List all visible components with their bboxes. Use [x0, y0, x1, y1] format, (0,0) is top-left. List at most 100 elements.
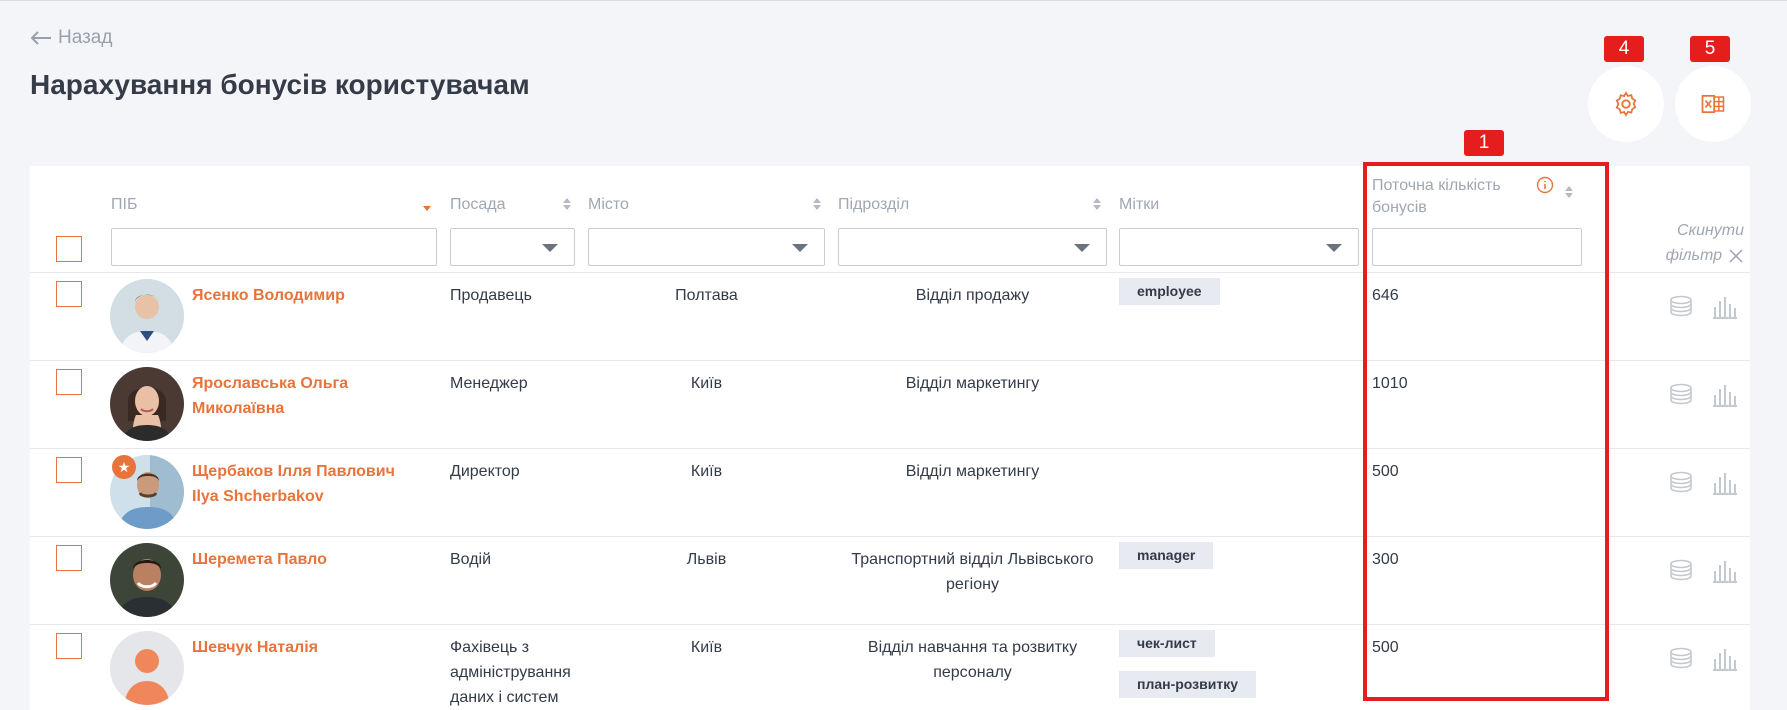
row-checkbox[interactable] — [56, 633, 82, 659]
info-icon[interactable] — [1536, 176, 1554, 194]
coins-icon[interactable] — [1668, 381, 1694, 412]
row-checkbox[interactable] — [56, 545, 82, 571]
table-row: Шевчук Наталія Фахівець з адмініструванн… — [30, 624, 1750, 710]
column-header-tags: Мітки — [1119, 196, 1160, 213]
bar-chart-icon[interactable] — [1712, 557, 1738, 588]
coins-icon[interactable] — [1668, 469, 1694, 500]
bonus-count-cell: 300 — [1372, 551, 1399, 568]
user-name-line1: Ясенко Володимир — [192, 287, 345, 304]
row-checkbox[interactable] — [56, 369, 82, 395]
sort-desc-icon[interactable] — [422, 200, 432, 216]
city-cell: Київ — [690, 639, 723, 656]
tags-cell: чек-лист план-розвитку — [1119, 630, 1256, 710]
user-name-link[interactable]: Ясенко Володимир — [192, 283, 412, 308]
tag-badge: manager — [1119, 542, 1214, 569]
position-cell: Водій — [450, 547, 491, 572]
sort-icon[interactable] — [812, 196, 822, 212]
tags-filter-select[interactable] — [1119, 228, 1359, 266]
users-table: ПІБ Посада Місто Підрозділ Мітки Поточна… — [30, 166, 1750, 710]
row-actions — [1668, 469, 1738, 500]
department-filter-select[interactable] — [838, 228, 1107, 266]
column-header-bonuses[interactable]: Поточна кількість бонусів — [1372, 175, 1501, 219]
position-text: Менеджер — [450, 375, 528, 392]
avatar — [110, 367, 184, 441]
user-name-link[interactable]: Шевчук Наталія — [192, 635, 412, 660]
bonus-count-cell: 646 — [1372, 287, 1399, 304]
bar-chart-icon[interactable] — [1712, 469, 1738, 500]
table-row: Шеремета Павло Водій Львів Транспортний … — [30, 536, 1750, 624]
avatar — [110, 631, 184, 705]
position-text: даних і систем — [450, 689, 559, 706]
sort-icon[interactable] — [1564, 184, 1574, 200]
close-icon — [1729, 248, 1743, 263]
bonus-count-cell: 1010 — [1372, 375, 1408, 392]
name-filter-input[interactable] — [111, 228, 437, 266]
row-actions — [1668, 381, 1738, 412]
table-row: ★ Щербаков Ілля Павлович Ilya Shcherbako… — [30, 448, 1750, 536]
city-filter-select[interactable] — [588, 228, 825, 266]
avatar — [110, 543, 184, 617]
chevron-down-icon — [792, 244, 808, 252]
department-text: Транспортний відділ Львівського — [851, 551, 1094, 568]
chevron-down-icon — [1326, 244, 1342, 252]
column-header-bonuses-line1: Поточна кількість — [1372, 177, 1501, 194]
row-checkbox[interactable] — [56, 281, 82, 307]
user-name-line2: Миколаївна — [192, 400, 285, 417]
city-cell: Львів — [686, 551, 727, 568]
sort-icon[interactable] — [562, 196, 572, 212]
department-cell: Транспортний відділ Львівського регіону — [838, 547, 1107, 597]
user-name-link[interactable]: Щербаков Ілля Павлович Ilya Shcherbakov — [192, 459, 412, 509]
department-text: персоналу — [933, 664, 1012, 681]
export-excel-button[interactable] — [1675, 66, 1751, 142]
star-icon: ★ — [112, 455, 136, 479]
user-name-link[interactable]: Ярославська Ольга Миколаївна — [192, 371, 412, 421]
coins-icon[interactable] — [1668, 293, 1694, 324]
department-text: регіону — [946, 576, 999, 593]
column-header-position[interactable]: Посада — [450, 196, 506, 214]
position-text: Продавець — [450, 287, 532, 304]
back-link[interactable]: Назад — [30, 27, 112, 49]
reset-filter-button[interactable]: Скинути фільтр — [1666, 218, 1744, 268]
user-name-link[interactable]: Шеремета Павло — [192, 547, 412, 572]
reset-filter-line1: Скинути — [1676, 222, 1744, 239]
chevron-down-icon — [542, 244, 558, 252]
user-name-line1: Шеремета Павло — [192, 551, 327, 568]
bonuses-filter-input[interactable] — [1372, 228, 1582, 266]
column-header-name[interactable]: ПІБ — [111, 196, 137, 214]
city-cell: Київ — [690, 375, 723, 392]
row-actions — [1668, 557, 1738, 588]
annotation-badge-1: 1 — [1464, 130, 1504, 156]
bonus-settings-button[interactable] — [1588, 66, 1664, 142]
coins-icon[interactable] — [1668, 557, 1694, 588]
column-header-bonuses-line2: бонусів — [1372, 199, 1427, 216]
department-cell: Відділ продажу — [838, 283, 1107, 308]
sort-icon[interactable] — [1092, 196, 1102, 212]
position-cell: Директор — [450, 459, 520, 484]
position-text: Фахівець з — [450, 639, 530, 656]
position-text: адміністрування — [450, 664, 571, 681]
department-cell: Відділ маркетингу — [838, 371, 1107, 396]
department-text: Відділ навчання та розвитку — [867, 639, 1078, 656]
column-header-city[interactable]: Місто — [588, 196, 629, 214]
bar-chart-icon[interactable] — [1712, 381, 1738, 412]
city-cell: Полтава — [675, 287, 738, 304]
department-text: Відділ маркетингу — [905, 375, 1040, 392]
bar-chart-icon[interactable] — [1712, 293, 1738, 324]
bar-chart-icon[interactable] — [1712, 645, 1738, 676]
department-text: Відділ продажу — [915, 287, 1030, 304]
user-name-line2: Ilya Shcherbakov — [192, 488, 324, 505]
row-checkbox[interactable] — [56, 457, 82, 483]
column-header-department[interactable]: Підрозділ — [838, 196, 909, 214]
user-name-line1: Щербаков Ілля Павлович — [192, 463, 395, 480]
city-cell: Київ — [690, 463, 723, 480]
position-cell: Фахівець з адміністрування даних і систе… — [450, 635, 571, 710]
select-all-checkbox[interactable] — [56, 236, 82, 262]
arrow-left-icon — [30, 31, 51, 45]
tags-cell: employee — [1119, 278, 1220, 319]
tags-cell: manager — [1119, 542, 1214, 583]
tag-badge: план-розвитку — [1119, 671, 1256, 698]
position-filter-select[interactable] — [450, 228, 575, 266]
bonus-count-cell: 500 — [1372, 463, 1399, 480]
annotation-badge-5: 5 — [1690, 36, 1730, 62]
coins-icon[interactable] — [1668, 645, 1694, 676]
